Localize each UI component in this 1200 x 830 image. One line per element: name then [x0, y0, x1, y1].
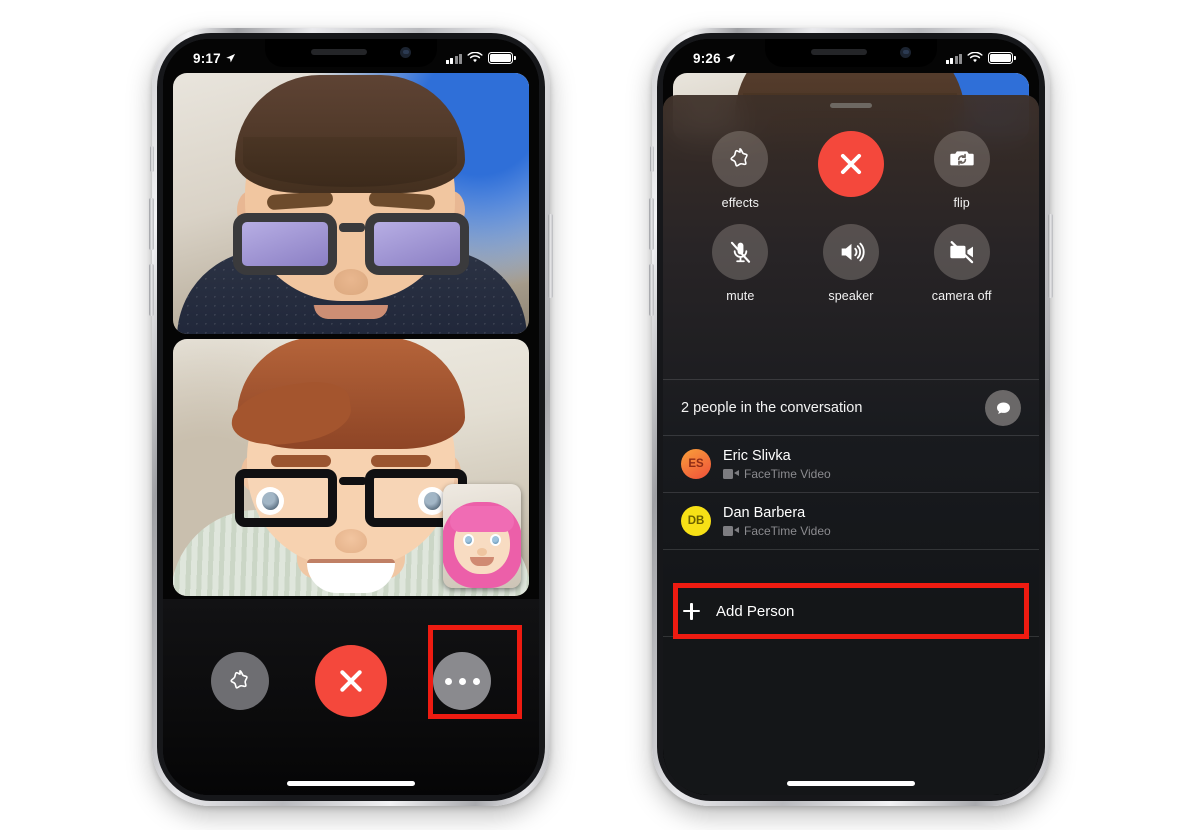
battery-icon — [488, 52, 516, 64]
memoji-avatar — [177, 73, 527, 334]
memoji-avatar — [701, 73, 1001, 141]
flip-label: flip — [953, 196, 970, 210]
effects-star-icon — [730, 148, 749, 167]
camera-flip-icon — [949, 151, 974, 166]
participants-header: 2 people in the conversation — [663, 381, 1039, 435]
memoji-eyeglasses — [231, 469, 471, 527]
memoji-sunglasses — [227, 213, 475, 275]
participant-name: Eric Slivka — [723, 447, 791, 464]
facetime-call-view: 9:17 — [163, 39, 539, 795]
wifi-icon — [467, 52, 483, 63]
avatar: ES — [681, 449, 711, 479]
silent-switch[interactable] — [150, 146, 154, 172]
control-grid: effects flip mute speaker camera off — [663, 119, 1039, 339]
camera-off-label: camera off — [931, 289, 992, 303]
facetime-controls-view: effects flip mute speaker camera off 2 p… — [663, 39, 1039, 795]
status-right-group — [445, 52, 516, 64]
home-indicator[interactable] — [787, 781, 915, 786]
memoji-sunglasses-scene — [173, 73, 529, 334]
message-bubble-icon — [996, 401, 1010, 414]
divider — [663, 549, 1039, 550]
mute-label: mute — [726, 289, 755, 303]
flip-camera-button[interactable]: flip — [933, 131, 990, 210]
annotation-highlight-more-button — [428, 625, 522, 719]
wifi-icon — [967, 52, 983, 63]
location-arrow-icon — [226, 53, 235, 62]
participant-status: FaceTime Video — [723, 467, 831, 481]
video-tile-secondary[interactable] — [173, 339, 529, 596]
video-camera-icon — [723, 525, 739, 536]
screen-right: effects flip mute speaker camera off 2 p… — [663, 39, 1039, 795]
cellular-bars-icon — [445, 53, 462, 64]
end-call-button[interactable] — [817, 131, 884, 210]
video-off-icon — [949, 241, 973, 264]
effects-star-icon — [230, 670, 248, 689]
status-bar-left: 9:17 — [163, 39, 539, 69]
memoji-pink-hair — [443, 498, 521, 588]
participants-count-label: 2 people in the conversation — [681, 400, 863, 416]
mute-button[interactable]: mute — [712, 224, 769, 303]
silent-switch[interactable] — [650, 146, 654, 172]
location-arrow-icon — [726, 53, 735, 62]
effects-button[interactable]: effects — [712, 131, 769, 210]
status-time: 9:17 — [193, 50, 221, 66]
participant-status: FaceTime Video — [723, 524, 831, 538]
volume-down-button[interactable] — [149, 264, 154, 316]
camera-off-button[interactable]: camera off — [932, 224, 992, 303]
status-right-group — [945, 52, 1016, 64]
power-button[interactable] — [548, 214, 553, 298]
battery-icon — [988, 52, 1016, 64]
divider — [663, 379, 1039, 380]
power-button[interactable] — [1048, 214, 1053, 298]
volume-up-button[interactable] — [649, 198, 654, 250]
speaker-label: speaker — [828, 289, 874, 303]
annotation-highlight-add-person — [673, 583, 1029, 639]
close-x-icon — [840, 153, 862, 175]
participant-row[interactable]: DB Dan Barbera FaceTime Video — [663, 493, 1039, 549]
status-bar-right: 9:26 — [663, 39, 1039, 69]
self-view-pip[interactable] — [443, 484, 521, 588]
video-camera-icon — [723, 468, 739, 479]
participant-name: Dan Barbera — [723, 504, 806, 521]
video-tile-primary[interactable] — [173, 73, 529, 334]
status-left-group: 9:17 — [193, 51, 236, 66]
mic-muted-icon — [730, 241, 750, 263]
sheet-grabber[interactable] — [830, 103, 872, 108]
screen-left: 9:17 — [163, 39, 539, 795]
effects-button[interactable] — [211, 652, 269, 710]
cellular-bars-icon — [945, 53, 962, 64]
call-options-sheet: effects flip mute speaker camera off 2 p… — [663, 95, 1039, 795]
speaker-button[interactable]: speaker — [822, 224, 879, 303]
home-indicator[interactable] — [287, 781, 415, 786]
participant-status-label: FaceTime Video — [744, 466, 831, 481]
effects-label: effects — [721, 196, 759, 210]
iphone-right: effects flip mute speaker camera off 2 p… — [649, 28, 1053, 806]
message-button[interactable] — [985, 390, 1021, 426]
speaker-icon — [841, 242, 865, 262]
close-x-icon — [340, 670, 362, 692]
status-time: 9:26 — [693, 50, 721, 66]
status-left-group: 9:26 — [693, 51, 736, 66]
screenshot-canvas: 9:17 effects flip mute speaker camera of… — [0, 0, 1200, 830]
end-call-button[interactable] — [315, 645, 387, 717]
avatar: DB — [681, 506, 711, 536]
iphone-left: 9:17 — [149, 28, 553, 806]
volume-down-button[interactable] — [649, 264, 654, 316]
volume-up-button[interactable] — [149, 198, 154, 250]
participant-status-label: FaceTime Video — [744, 523, 831, 538]
participant-row[interactable]: ES Eric Slivka FaceTime Video — [663, 436, 1039, 492]
